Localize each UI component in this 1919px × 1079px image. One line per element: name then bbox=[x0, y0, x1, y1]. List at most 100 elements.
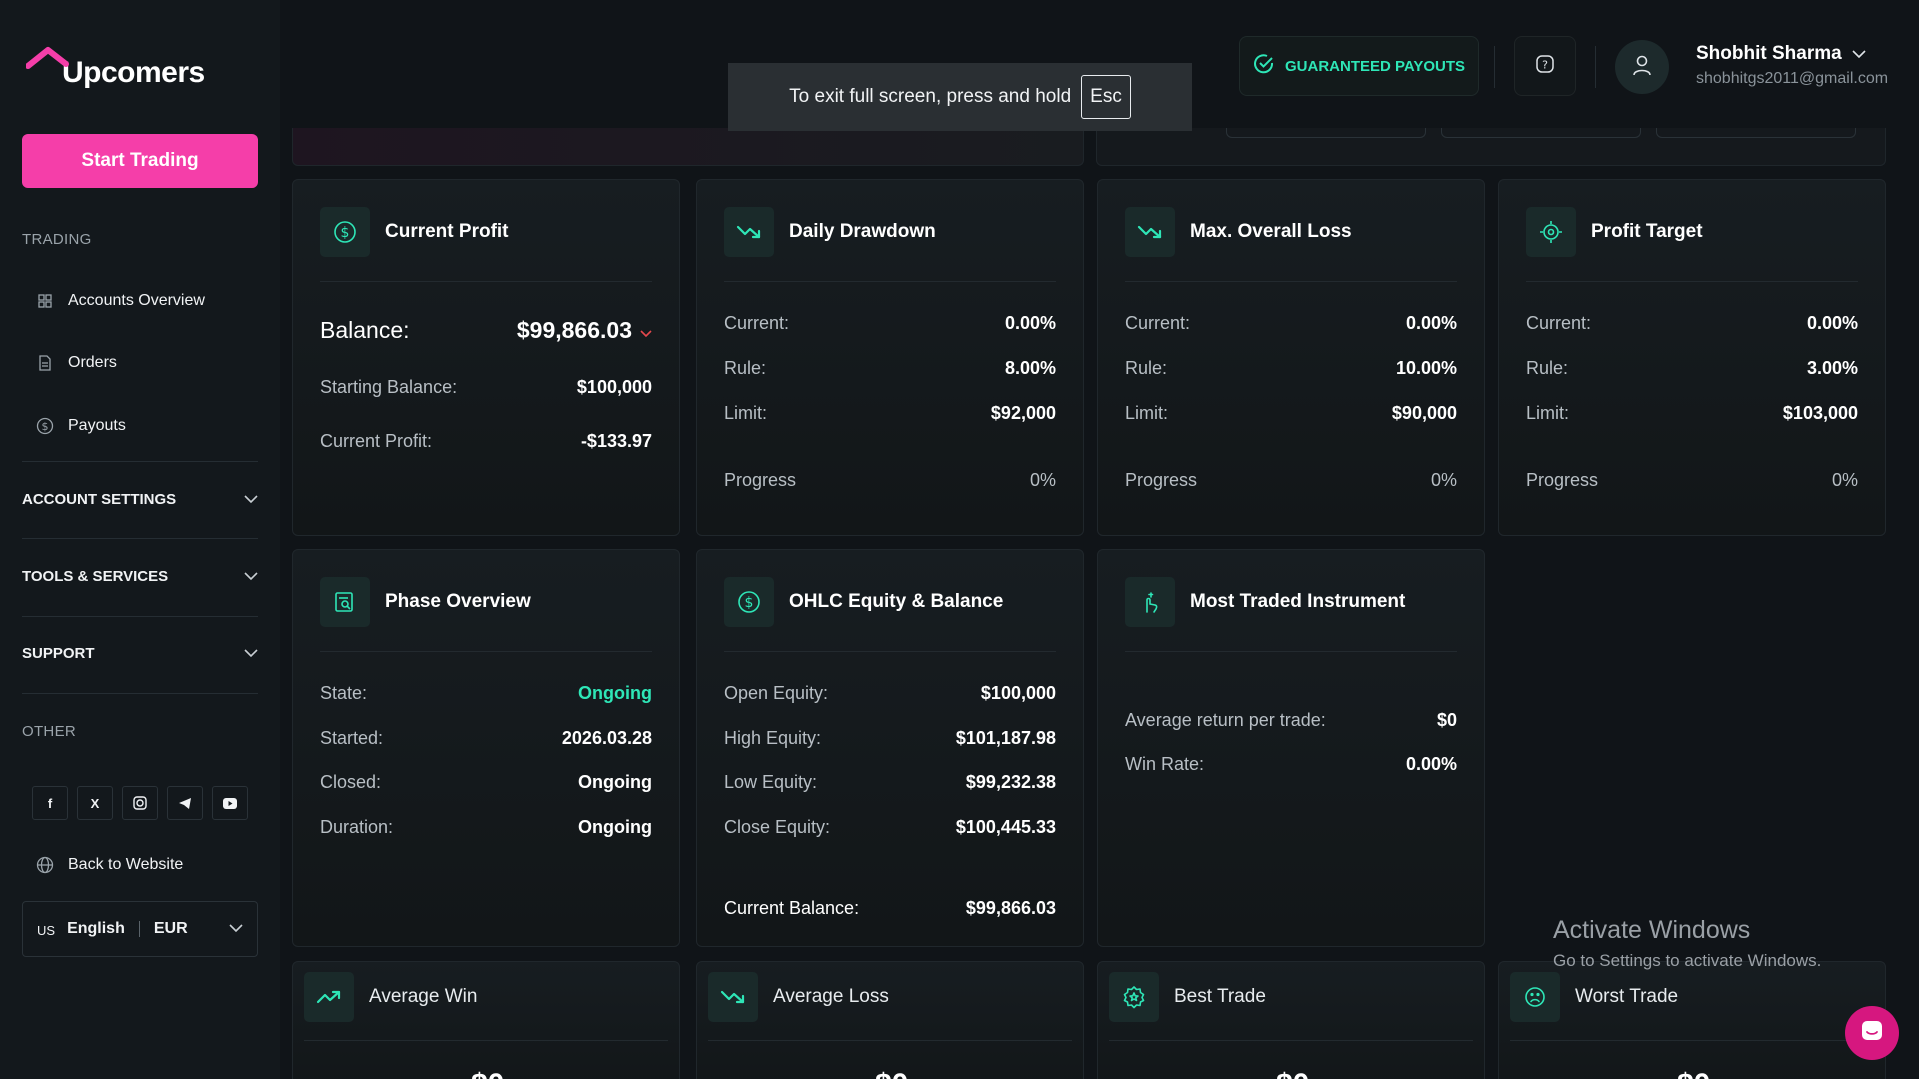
phase-overview-card: Phase Overview State: Ongoing Started: 2… bbox=[292, 549, 680, 947]
card-divider bbox=[1109, 1040, 1473, 1041]
dollar-circle-icon: $ bbox=[724, 577, 774, 627]
limit-value: $90,000 bbox=[1391, 403, 1457, 423]
card-title: Worst Trade bbox=[1575, 986, 1679, 1007]
flag-label: US bbox=[37, 923, 56, 938]
divider bbox=[22, 616, 258, 617]
avatar[interactable] bbox=[1615, 40, 1669, 94]
top-panel-left bbox=[292, 128, 1084, 166]
current-row: Current: 0.00% bbox=[1526, 313, 1858, 334]
card-title: Current Profit bbox=[385, 221, 509, 242]
average-return-label: Average return per trade: bbox=[1125, 710, 1326, 730]
chevron-down-icon bbox=[229, 920, 243, 938]
fullscreen-notice: To exit full screen, press and hold Esc bbox=[728, 63, 1192, 131]
low-equity-row: Low Equity: $99,232.38 bbox=[724, 772, 1056, 793]
help-icon: ? bbox=[1535, 54, 1555, 79]
rule-label: Rule: bbox=[724, 358, 767, 378]
trending-up-icon bbox=[304, 972, 354, 1022]
win-rate-value: 0.00% bbox=[1405, 754, 1457, 774]
limit-row: Limit: $90,000 bbox=[1125, 403, 1457, 424]
progress-value: 0% bbox=[1430, 470, 1457, 490]
facebook-icon[interactable]: f bbox=[32, 786, 68, 820]
instagram-icon[interactable] bbox=[122, 786, 158, 820]
dollar-circle-icon: $ bbox=[320, 207, 370, 257]
chevron-down-icon bbox=[244, 491, 258, 508]
trending-down-icon bbox=[708, 972, 758, 1022]
divider bbox=[22, 693, 258, 694]
start-trading-button[interactable]: Start Trading bbox=[22, 134, 258, 188]
sidebar-item-orders[interactable]: Orders bbox=[36, 354, 117, 372]
card-divider bbox=[1526, 281, 1858, 282]
back-to-website-link[interactable]: Back to Website bbox=[36, 856, 183, 874]
current-profit-row: Current Profit: -$133.97 bbox=[320, 431, 652, 452]
card-title: Best Trade bbox=[1174, 986, 1266, 1007]
closed-row: Closed: Ongoing bbox=[320, 772, 652, 793]
duration-label: Duration: bbox=[320, 817, 394, 837]
card-title: Average Loss bbox=[773, 986, 889, 1007]
open-equity-value: $100,000 bbox=[980, 683, 1056, 703]
logo-mark-icon bbox=[25, 46, 69, 86]
dollar-circle-icon: $ bbox=[36, 417, 54, 435]
balance-value: $99,866.03 bbox=[516, 317, 632, 343]
progress-row: Progress 0% bbox=[1526, 470, 1858, 491]
svg-text:?: ? bbox=[1542, 58, 1548, 71]
grid-icon bbox=[36, 292, 54, 310]
current-label: Current: bbox=[1526, 313, 1592, 333]
current-row: Current: 0.00% bbox=[1125, 313, 1457, 334]
fullscreen-text: To exit full screen, press and hold bbox=[789, 86, 1072, 107]
document-icon bbox=[36, 354, 54, 372]
profit-target-card: Profit Target Current: 0.00% Rule: 3.00%… bbox=[1498, 179, 1886, 536]
esc-key: Esc bbox=[1081, 75, 1131, 119]
card-divider bbox=[724, 651, 1056, 652]
guaranteed-payouts-badge[interactable]: GUARANTEED PAYOUTS bbox=[1239, 36, 1479, 96]
x-icon[interactable]: X bbox=[77, 786, 113, 820]
duration-row: Duration: Ongoing bbox=[320, 817, 652, 838]
progress-value: 0% bbox=[1831, 470, 1858, 490]
max-overall-loss-card: Max. Overall Loss Current: 0.00% Rule: 1… bbox=[1097, 179, 1485, 536]
rule-row: Rule: 10.00% bbox=[1125, 358, 1457, 379]
top-tab[interactable] bbox=[1441, 128, 1641, 138]
closed-value: Ongoing bbox=[578, 772, 652, 792]
sidebar-item-payouts[interactable]: $ Payouts bbox=[36, 417, 126, 435]
sidebar: Upcomers Start Trading TRADING Accounts … bbox=[0, 0, 280, 1079]
language-label: English bbox=[67, 920, 125, 937]
youtube-icon[interactable] bbox=[212, 786, 248, 820]
close-equity-label: Close Equity: bbox=[724, 817, 831, 837]
balance-value-wrap: $99,866.03 bbox=[517, 317, 652, 344]
logo[interactable]: Upcomers bbox=[25, 42, 205, 90]
current-value: 0.00% bbox=[1806, 313, 1858, 333]
progress-label: Progress bbox=[1125, 470, 1198, 490]
close-equity-row: Close Equity: $100,445.33 bbox=[724, 817, 1056, 838]
header-divider bbox=[1494, 46, 1495, 88]
state-value: Ongoing bbox=[578, 683, 652, 703]
sidebar-item-accounts-overview[interactable]: Accounts Overview bbox=[36, 292, 205, 310]
average-win-card: Average Win $0 bbox=[292, 961, 680, 1079]
user-menu[interactable]: Shobhit Sharma bbox=[1696, 43, 1866, 65]
telegram-icon[interactable] bbox=[167, 786, 203, 820]
trending-down-icon bbox=[724, 207, 774, 257]
tools-services-toggle[interactable]: TOOLS & SERVICES bbox=[22, 568, 258, 585]
trending-down-icon bbox=[1125, 207, 1175, 257]
separator bbox=[138, 921, 140, 937]
chevron-down-icon bbox=[244, 645, 258, 662]
limit-label: Limit: bbox=[724, 403, 768, 423]
average-loss-value: $0 bbox=[875, 1068, 908, 1079]
account-settings-label: ACCOUNT SETTINGS bbox=[22, 491, 177, 508]
rule-label: Rule: bbox=[1125, 358, 1168, 378]
target-icon bbox=[1526, 207, 1576, 257]
activate-windows-watermark: Activate Windows Go to Settings to activ… bbox=[1553, 916, 1821, 971]
account-settings-toggle[interactable]: ACCOUNT SETTINGS bbox=[22, 491, 258, 508]
high-equity-value: $101,187.98 bbox=[955, 728, 1056, 748]
card-title: Max. Overall Loss bbox=[1190, 221, 1352, 242]
rule-value: 3.00% bbox=[1806, 358, 1858, 378]
chat-button[interactable] bbox=[1845, 1006, 1899, 1060]
watermark-subtitle: Go to Settings to activate Windows. bbox=[1553, 951, 1822, 970]
sad-face-icon bbox=[1510, 972, 1560, 1022]
language-currency-selector[interactable]: US English EUR bbox=[22, 901, 258, 957]
state-row: State: Ongoing bbox=[320, 683, 652, 704]
support-toggle[interactable]: SUPPORT bbox=[22, 645, 258, 662]
currency-label: EUR bbox=[153, 920, 188, 937]
top-tab[interactable] bbox=[1226, 128, 1426, 138]
help-button[interactable]: ? bbox=[1514, 36, 1576, 96]
top-tab[interactable] bbox=[1656, 128, 1856, 138]
progress-label: Progress bbox=[724, 470, 797, 490]
